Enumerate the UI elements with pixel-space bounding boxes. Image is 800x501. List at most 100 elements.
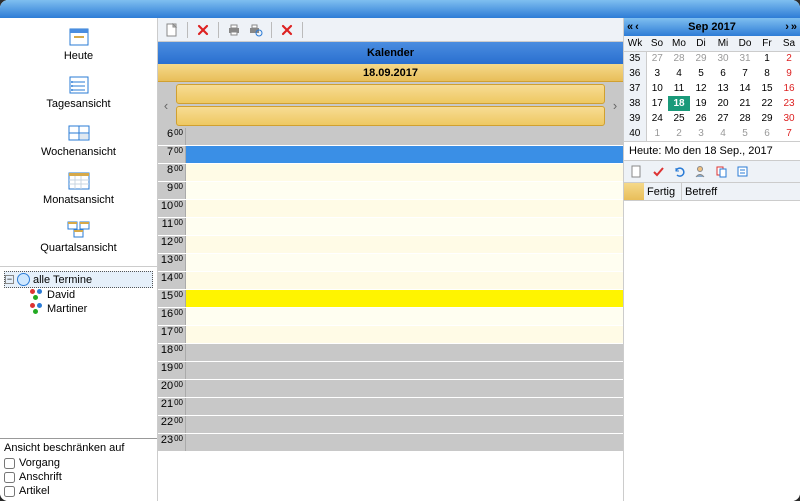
allday-event[interactable] xyxy=(176,106,605,126)
view-today-button[interactable]: Heute xyxy=(0,22,157,70)
mini-cal-weeknum[interactable]: 37 xyxy=(624,81,646,96)
hour-row[interactable]: 700 xyxy=(158,146,623,164)
view-day-button[interactable]: Tagesansicht xyxy=(0,70,157,118)
hour-row[interactable]: 600 xyxy=(158,128,623,146)
tree-item-david[interactable]: David xyxy=(4,288,153,302)
hour-slot[interactable] xyxy=(186,218,623,235)
filter-anschrift[interactable]: Anschrift xyxy=(4,470,153,484)
hour-slot[interactable] xyxy=(186,182,623,199)
hour-row[interactable]: 1200 xyxy=(158,236,623,254)
hour-slot[interactable] xyxy=(186,416,623,433)
mini-cal-day[interactable]: 30 xyxy=(778,111,800,126)
hour-slot[interactable] xyxy=(186,308,623,325)
mini-cal-day[interactable]: 4 xyxy=(712,126,734,141)
mini-cal-day[interactable]: 26 xyxy=(690,111,712,126)
prev-year-button[interactable]: « xyxy=(626,21,634,33)
task-col-subject[interactable]: Betreff xyxy=(682,183,800,200)
mini-cal-day[interactable]: 22 xyxy=(756,96,778,111)
tree-root-all[interactable]: − alle Termine xyxy=(4,271,153,288)
tree-expander-icon[interactable]: − xyxy=(5,275,14,284)
time-grid[interactable]: 6007008009001000110012001300140015001600… xyxy=(158,128,623,501)
mini-cal-day[interactable]: 1 xyxy=(756,51,778,66)
mini-cal-day[interactable]: 5 xyxy=(734,126,756,141)
mini-cal-day[interactable]: 15 xyxy=(756,81,778,96)
hour-row[interactable]: 1400 xyxy=(158,272,623,290)
prev-month-button[interactable]: ‹ xyxy=(634,21,640,33)
hour-slot[interactable] xyxy=(186,164,623,181)
print-preview-button[interactable] xyxy=(246,21,266,39)
mini-cal-day[interactable]: 20 xyxy=(712,96,734,111)
mini-cal-day[interactable]: 21 xyxy=(734,96,756,111)
mini-cal-day[interactable]: 17 xyxy=(646,96,668,111)
next-day-button[interactable]: › xyxy=(607,82,623,128)
filter-vorgang[interactable]: Vorgang xyxy=(4,456,153,470)
hour-row[interactable]: 2300 xyxy=(158,434,623,452)
task-col-done[interactable]: Fertig xyxy=(644,183,682,200)
filter-artikel[interactable]: Artikel xyxy=(4,484,153,498)
hour-row[interactable]: 800 xyxy=(158,164,623,182)
task-user-button[interactable] xyxy=(691,164,709,180)
mini-cal-day[interactable]: 4 xyxy=(668,66,690,81)
mini-cal-day[interactable]: 29 xyxy=(756,111,778,126)
delete2-button[interactable] xyxy=(277,21,297,39)
hour-row[interactable]: 1900 xyxy=(158,362,623,380)
mini-cal-day[interactable]: 25 xyxy=(668,111,690,126)
hour-slot[interactable] xyxy=(186,362,623,379)
hour-slot[interactable] xyxy=(186,434,623,451)
task-refresh-button[interactable] xyxy=(670,164,688,180)
mini-cal-day[interactable]: 16 xyxy=(778,81,800,96)
mini-cal-day[interactable]: 7 xyxy=(778,126,800,141)
hour-row[interactable]: 1500 xyxy=(158,290,623,308)
mini-cal-day[interactable]: 29 xyxy=(690,51,712,66)
mini-cal-day[interactable]: 24 xyxy=(646,111,668,126)
mini-cal-day[interactable]: 7 xyxy=(734,66,756,81)
hour-row[interactable]: 2200 xyxy=(158,416,623,434)
mini-cal-day[interactable]: 19 xyxy=(690,96,712,111)
mini-cal-today-link[interactable]: Heute: Mo den 18 Sep., 2017 xyxy=(624,141,800,160)
task-check-button[interactable] xyxy=(649,164,667,180)
hour-row[interactable]: 1800 xyxy=(158,344,623,362)
print-button[interactable] xyxy=(224,21,244,39)
mini-cal-weeknum[interactable]: 40 xyxy=(624,126,646,141)
filter-vorgang-checkbox[interactable] xyxy=(4,458,15,469)
hour-slot[interactable] xyxy=(186,146,623,163)
hour-row[interactable]: 1700 xyxy=(158,326,623,344)
hour-row[interactable]: 1000 xyxy=(158,200,623,218)
hour-slot[interactable] xyxy=(186,326,623,343)
hour-row[interactable]: 1600 xyxy=(158,308,623,326)
task-col-flag[interactable] xyxy=(624,183,644,200)
mini-cal-weeknum[interactable]: 39 xyxy=(624,111,646,126)
mini-cal-day[interactable]: 1 xyxy=(646,126,668,141)
mini-cal-day[interactable]: 28 xyxy=(668,51,690,66)
view-month-button[interactable]: Monatsansicht xyxy=(0,166,157,214)
mini-cal-day[interactable]: 2 xyxy=(668,126,690,141)
hour-slot[interactable] xyxy=(186,272,623,289)
mini-cal-day[interactable]: 5 xyxy=(690,66,712,81)
mini-cal-day[interactable]: 27 xyxy=(712,111,734,126)
mini-cal-weeknum[interactable]: 35 xyxy=(624,51,646,66)
hour-row[interactable]: 2100 xyxy=(158,398,623,416)
prev-day-button[interactable]: ‹ xyxy=(158,82,174,128)
mini-cal-day[interactable]: 31 xyxy=(734,51,756,66)
mini-cal-day[interactable]: 23 xyxy=(778,96,800,111)
mini-cal-day[interactable]: 6 xyxy=(756,126,778,141)
hour-row[interactable]: 1100 xyxy=(158,218,623,236)
mini-cal-day[interactable]: 8 xyxy=(756,66,778,81)
mini-cal-day[interactable]: 10 xyxy=(646,81,668,96)
hour-row[interactable]: 2000 xyxy=(158,380,623,398)
allday-event[interactable] xyxy=(176,84,605,104)
hour-slot[interactable] xyxy=(186,398,623,415)
mini-cal-day[interactable]: 12 xyxy=(690,81,712,96)
delete-button[interactable] xyxy=(193,21,213,39)
mini-cal-day[interactable]: 18 xyxy=(668,96,690,111)
task-list-button[interactable] xyxy=(733,164,751,180)
hour-row[interactable]: 1300 xyxy=(158,254,623,272)
hour-row[interactable]: 900 xyxy=(158,182,623,200)
tree-item-martiner[interactable]: Martiner xyxy=(4,302,153,316)
new-button[interactable] xyxy=(162,21,182,39)
hour-slot[interactable] xyxy=(186,200,623,217)
mini-cal-day[interactable]: 6 xyxy=(712,66,734,81)
task-new-button[interactable] xyxy=(628,164,646,180)
mini-cal-day[interactable]: 30 xyxy=(712,51,734,66)
hour-slot[interactable] xyxy=(186,380,623,397)
